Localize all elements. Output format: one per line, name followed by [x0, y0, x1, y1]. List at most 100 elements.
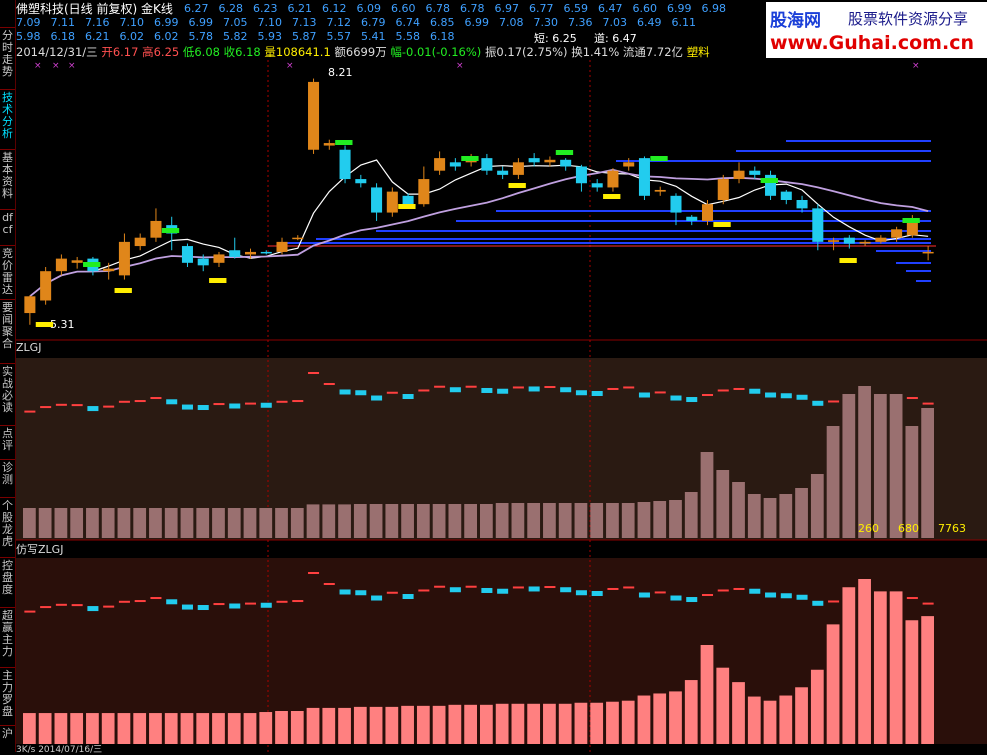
fangxie-mini-mark [150, 597, 162, 600]
fangxie-bar [700, 645, 714, 744]
zlgj-mini-mark [87, 406, 99, 412]
candle-body [591, 183, 603, 188]
row3-value: 6.21 [85, 30, 110, 43]
fangxie-bar [795, 687, 808, 744]
zlgj-bar [810, 474, 824, 538]
sidebar-item-5[interactable]: 要闻聚合 [0, 302, 15, 350]
fangxie-mini-mark [891, 598, 903, 601]
sidebar-item-3[interactable]: dfcf [0, 212, 15, 236]
fangxie-bar [101, 713, 115, 744]
sidebar-item-4[interactable]: 竞价雷达 [0, 248, 15, 296]
row2-value: 6.99 [464, 16, 490, 29]
row1-value: 6.98 [701, 2, 727, 15]
fangxie-bar [543, 703, 556, 744]
zlgj-bar [637, 502, 651, 538]
zlgj-mini-mark [213, 403, 225, 406]
fangxie-mini-mark [24, 610, 36, 613]
row2-value: 6.11 [671, 16, 697, 29]
zlgj-bar [259, 508, 273, 538]
candle-body [670, 195, 682, 213]
zlgj-mini-mark [575, 390, 587, 396]
support-bar [916, 280, 931, 282]
signal-marker-yellow [398, 204, 416, 209]
fangxie-mini-mark [623, 586, 635, 589]
row2-value: 6.85 [430, 16, 455, 29]
fangxie-bar [495, 703, 509, 744]
sidebar-item-8[interactable]: 诊测 [0, 462, 15, 486]
top-marker: × [912, 61, 920, 71]
candle-body [906, 220, 918, 236]
signal-marker-green [650, 156, 668, 161]
row2-value: 7.36 [568, 16, 593, 29]
row3-value: 5.82 [223, 30, 248, 43]
zlgj-mini-mark [544, 386, 556, 389]
sidebar-item-1[interactable]: 技术分析 [0, 92, 15, 140]
fangxie-mini-mark [544, 586, 556, 589]
row3-value: 5.93 [257, 30, 283, 43]
zlgj-mini-mark [339, 389, 351, 395]
sidebar-item-12[interactable]: 主力罗盘 [0, 670, 15, 718]
candle-body [654, 189, 666, 192]
sidebar-item-2[interactable]: 基本资料 [0, 152, 15, 200]
zlgj-bar [353, 504, 367, 538]
info-high: 高6.25 [142, 45, 180, 59]
zlgj-mini-mark [260, 402, 272, 408]
sidebar-item-9[interactable]: 个股龙虎 [0, 500, 15, 548]
zlgj-bar [511, 503, 525, 538]
zlgj-mini-mark [906, 397, 918, 400]
fangxie-mini-mark [701, 594, 714, 597]
fangxie-mini-mark [292, 600, 304, 603]
fangxie-mini-mark [654, 591, 666, 594]
fangxie-bar [23, 713, 36, 744]
candle-body [71, 260, 83, 263]
candle-body [213, 254, 225, 263]
sidebar-item-7[interactable]: 点评 [0, 428, 15, 452]
top-marker: × [286, 61, 294, 71]
candle-body [402, 195, 414, 205]
info-date: 2014/12/31/三 [16, 45, 98, 59]
candle-body [55, 258, 67, 272]
signal-marker-green [83, 262, 101, 267]
zlgj-bar [480, 504, 493, 538]
row2-value: 7.10 [257, 16, 283, 29]
zlgj-bar [779, 494, 793, 538]
fangxie-bar [747, 696, 761, 744]
row1-value: 6.12 [322, 2, 347, 15]
price-row-1: 6.27 6.28 6.23 6.21 6.12 6.09 6.60 6.78 6.78 6.97… [184, 2, 736, 15]
sidebar-item-6[interactable]: 实战必读 [0, 366, 15, 414]
support-bar [496, 210, 931, 212]
candle-body [481, 158, 493, 171]
fangxie-mini-mark [276, 600, 288, 603]
info-amount: 额6699万 [334, 45, 387, 59]
fangxie-mini-mark [591, 590, 603, 596]
sidebar-item-0[interactable]: 分时走势 [0, 30, 15, 78]
row2-value: 7.03 [602, 16, 628, 29]
signal-marker-yellow [713, 222, 731, 227]
zlgj-mini-mark [465, 385, 477, 388]
candle-body [859, 241, 871, 244]
sidebar-separator [0, 667, 15, 668]
sidebar-item-13[interactable]: 沪 [0, 728, 15, 740]
zlgj-bar [590, 503, 604, 538]
fangxie-bar [448, 704, 462, 744]
zlgj-mini-mark [701, 394, 714, 397]
fangxie-bar [637, 695, 651, 744]
fangxie-bar [905, 620, 919, 744]
zlgj-mini-mark [591, 390, 603, 396]
zlgj-mini-mark [418, 389, 430, 392]
fangxie-mini-mark [560, 587, 572, 593]
zlgj-mini-mark [308, 372, 320, 374]
zlgj-mini-mark [103, 405, 115, 408]
fangxie-mini-mark [922, 602, 934, 605]
fangxie-mini-mark [843, 601, 855, 607]
candle-body [512, 162, 524, 175]
main-area: 佛塑科技(日线 前复权) 金K线 6.27 6.28 6.23 6.21 6.12 6.0… [16, 0, 987, 755]
fangxie-mini-mark [638, 592, 650, 598]
candle-body [355, 179, 367, 184]
row2-value: 7.30 [533, 16, 559, 29]
sidebar-item-11[interactable]: 超赢主力 [0, 610, 15, 658]
kline-chart[interactable]: 8.21 5.31 260 680 7763 × × × × × × [16, 0, 987, 752]
fangxie-bar [858, 579, 871, 744]
candle-body [134, 237, 146, 247]
sidebar-item-10[interactable]: 控盘度 [0, 560, 15, 596]
